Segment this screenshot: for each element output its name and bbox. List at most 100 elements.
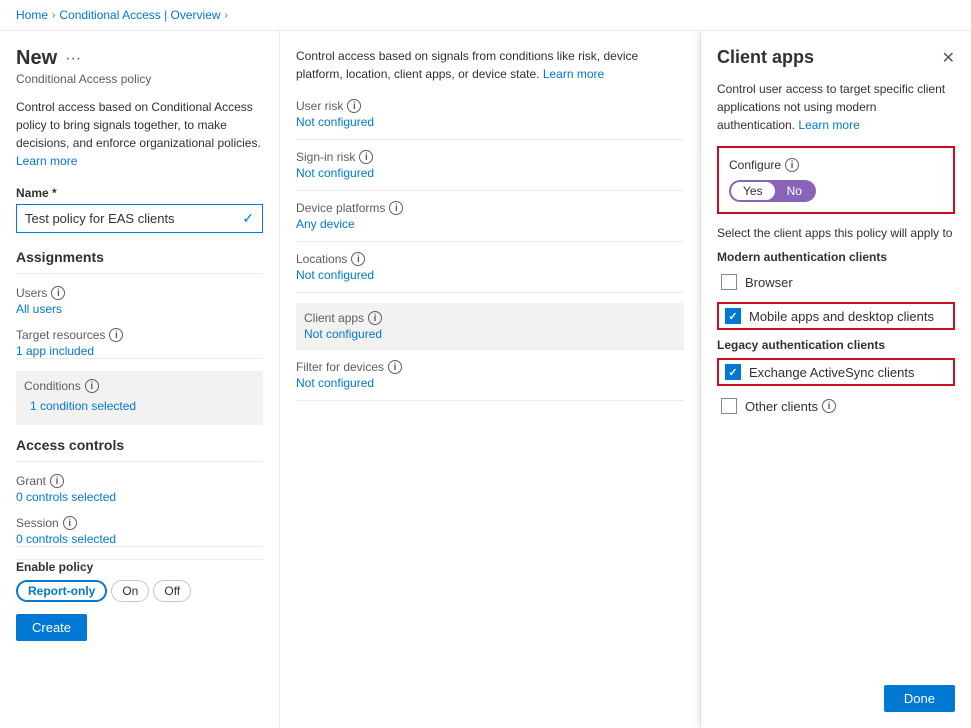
client-apps-row: Client apps i Not configured [296,303,684,350]
client-apps-panel: Client apps ✕ Control user access to tar… [701,31,971,728]
name-input[interactable]: Test policy for EAS clients ✓ [16,204,263,233]
enable-policy-toggle[interactable]: Report-only On Off [16,580,263,602]
target-value[interactable]: 1 app included [16,344,263,358]
exchange-label: Exchange ActiveSync clients [749,365,914,380]
middle-learn-more[interactable]: Learn more [543,67,604,81]
session-label: Session [16,516,59,530]
locations-row: Locations i Not configured [296,252,684,293]
session-info-icon[interactable]: i [63,516,77,530]
target-resources-row: Target resources i 1 app included [16,328,263,359]
device-platforms-info-icon[interactable]: i [389,201,403,215]
users-info-icon[interactable]: i [51,286,65,300]
breadcrumb-home[interactable]: Home [16,8,48,22]
device-platforms-value[interactable]: Any device [296,217,684,231]
target-label: Target resources [16,328,105,342]
user-risk-label: User risk [296,99,343,113]
left-panel: New ··· Conditional Access policy Contro… [0,31,280,728]
client-apps-label: Client apps [304,311,364,325]
select-label: Select the client apps this policy will … [717,226,955,240]
session-row: Session i 0 controls selected [16,516,263,547]
enable-policy-label: Enable policy [16,560,263,574]
session-value[interactable]: 0 controls selected [16,532,263,546]
yes-option[interactable]: Yes [731,182,775,200]
locations-info-icon[interactable]: i [351,252,365,266]
more-options-icon[interactable]: ··· [65,50,81,68]
user-risk-value[interactable]: Not configured [296,115,684,129]
target-info-icon[interactable]: i [109,328,123,342]
legacy-auth-header: Legacy authentication clients [717,338,955,352]
done-btn-area: Done [884,685,955,712]
other-checkbox[interactable] [721,398,737,414]
assignments-title: Assignments [16,249,263,265]
other-info-icon[interactable]: i [822,399,836,413]
browser-label: Browser [745,275,793,290]
breadcrumb-sep2: › [225,10,228,21]
off-option[interactable]: Off [153,580,191,602]
modern-auth-header: Modern authentication clients [717,250,955,264]
name-label: Name * [16,186,263,200]
signin-risk-row: Sign-in risk i Not configured [296,150,684,191]
panel-header: Client apps ✕ [717,47,955,68]
filter-devices-value[interactable]: Not configured [296,376,684,390]
grant-value[interactable]: 0 controls selected [16,490,263,504]
no-option[interactable]: No [775,182,814,200]
configure-box: Configure i Yes No [717,146,955,214]
users-label: Users [16,286,47,300]
configure-label: Configure i [729,158,943,172]
exchange-checkbox[interactable] [725,364,741,380]
conditions-value[interactable]: 1 condition selected [24,395,142,417]
other-clients-row: Other clients i [717,394,955,418]
conditions-info-icon[interactable]: i [85,379,99,393]
done-button[interactable]: Done [884,685,955,712]
mobile-row: Mobile apps and desktop clients [717,302,955,330]
signin-risk-label: Sign-in risk [296,150,355,164]
other-label: Other clients [745,399,818,414]
conditions-box: Conditions i 1 condition selected [16,371,263,425]
browser-checkbox[interactable] [721,274,737,290]
conditions-label: Conditions [24,379,81,393]
breadcrumb: Home › Conditional Access | Overview › [0,0,971,31]
middle-description: Control access based on signals from con… [296,47,684,83]
locations-label: Locations [296,252,347,266]
filter-devices-info-icon[interactable]: i [388,360,402,374]
breadcrumb-conditional-access[interactable]: Conditional Access | Overview [59,8,220,22]
user-risk-info-icon[interactable]: i [347,99,361,113]
signin-risk-value[interactable]: Not configured [296,166,684,180]
page-subtitle: Conditional Access policy [16,72,263,86]
mobile-label: Mobile apps and desktop clients [749,309,934,324]
browser-row: Browser [717,270,955,294]
device-platforms-label: Device platforms [296,201,385,215]
users-value[interactable]: All users [16,302,263,316]
on-option[interactable]: On [111,580,149,602]
create-button[interactable]: Create [16,614,87,641]
yes-no-toggle[interactable]: Yes No [729,180,816,202]
grant-label: Grant [16,474,46,488]
panel-description: Control user access to target specific c… [717,80,955,134]
mobile-checkbox[interactable] [725,308,741,324]
left-description: Control access based on Conditional Acce… [16,98,263,170]
user-risk-row: User risk i Not configured [296,99,684,140]
report-only-option[interactable]: Report-only [18,582,105,600]
device-platforms-row: Device platforms i Any device [296,201,684,242]
panel-title: Client apps [717,47,814,68]
configure-info-icon[interactable]: i [785,158,799,172]
left-learn-more[interactable]: Learn more [16,154,77,168]
users-row: Users i All users [16,286,263,316]
filter-devices-label: Filter for devices [296,360,384,374]
report-only-toggle[interactable]: Report-only [16,580,107,602]
panel-learn-more[interactable]: Learn more [798,118,859,132]
access-controls-title: Access controls [16,437,263,453]
close-button[interactable]: ✕ [942,48,955,68]
grant-info-icon[interactable]: i [50,474,64,488]
breadcrumb-sep1: › [52,10,55,21]
client-apps-value[interactable]: Not configured [304,327,676,341]
locations-value[interactable]: Not configured [296,268,684,282]
filter-devices-row: Filter for devices i Not configured [296,360,684,401]
client-apps-info-icon[interactable]: i [368,311,382,325]
other-label-group: Other clients i [745,399,836,414]
page-title: New [16,47,57,70]
signin-risk-info-icon[interactable]: i [359,150,373,164]
check-icon: ✓ [242,210,254,227]
exchange-row: Exchange ActiveSync clients [717,358,955,386]
middle-panel: Control access based on signals from con… [280,31,701,728]
